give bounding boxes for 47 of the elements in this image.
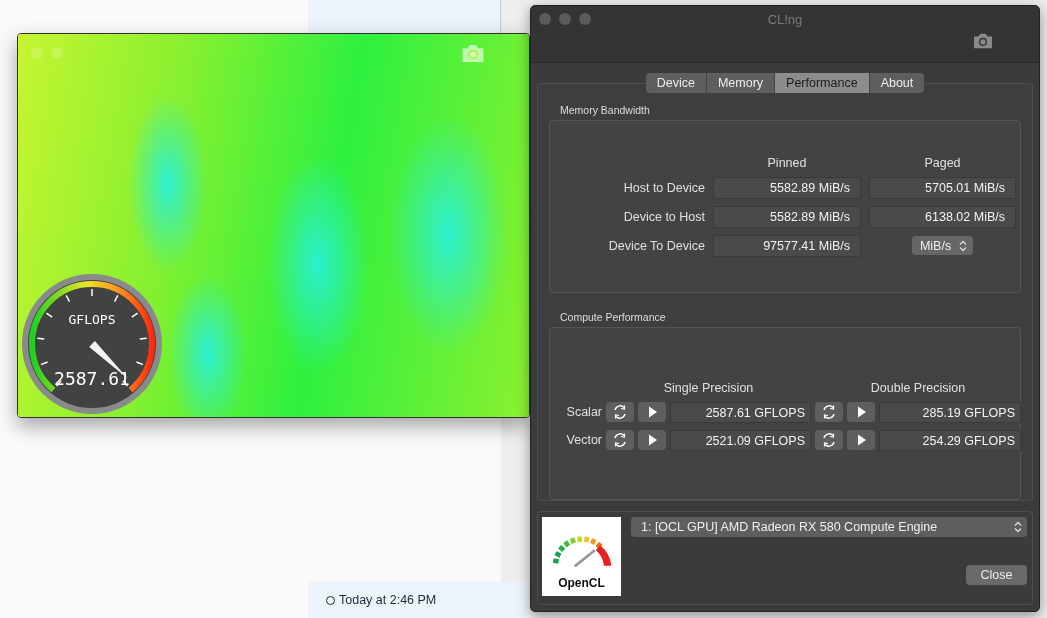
gauge-label: GFLOPS bbox=[68, 312, 116, 327]
column-header: Paged bbox=[923, 155, 962, 170]
group-title: Memory Bandwidth bbox=[559, 104, 651, 117]
value-field: 254.29 GFLOPS bbox=[879, 429, 1021, 451]
column-header: Double Precision bbox=[869, 380, 967, 395]
value-field: 5705.01 MiB/s bbox=[869, 176, 1016, 199]
row-label: Host to Device bbox=[622, 180, 705, 195]
value-field: 97577.41 MiB/s bbox=[713, 234, 861, 257]
row-label: Device To Device bbox=[607, 238, 705, 253]
refresh-icon bbox=[612, 432, 628, 449]
refresh-button[interactable] bbox=[815, 430, 843, 451]
column-header: Pinned bbox=[766, 155, 808, 170]
updown-icon bbox=[1014, 521, 1022, 533]
value-field: 285.19 GFLOPS bbox=[879, 401, 1021, 423]
tab[interactable]: Device bbox=[645, 73, 707, 93]
play-button[interactable] bbox=[847, 402, 875, 423]
refresh-button[interactable] bbox=[606, 430, 634, 451]
row-label: Device to Host bbox=[622, 209, 705, 224]
group-title: Compute Performance bbox=[559, 311, 667, 324]
camera-icon[interactable] bbox=[972, 32, 994, 50]
row-label: Scalar bbox=[565, 405, 602, 420]
timestamp: Today at 2:46 PM bbox=[339, 593, 437, 607]
row-label: Vector bbox=[565, 433, 602, 448]
value-field: 5582.89 MiB/s bbox=[713, 176, 861, 199]
logo-text: OpenCL bbox=[558, 576, 605, 590]
value-field: 6138.02 MiB/s bbox=[869, 205, 1016, 228]
refresh-icon bbox=[821, 404, 837, 421]
tab[interactable]: Memory bbox=[706, 73, 776, 93]
refresh-button[interactable] bbox=[606, 402, 634, 423]
refresh-icon bbox=[821, 432, 837, 449]
value-field: 2587.61 GFLOPS bbox=[670, 401, 811, 423]
unit-select[interactable]: MiB/s bbox=[911, 236, 974, 256]
column-header: Single Precision bbox=[662, 380, 755, 395]
device-select[interactable]: 1: [OCL GPU] AMD Radeon RX 580 Compute Engine bbox=[631, 517, 1027, 537]
updown-icon bbox=[959, 239, 968, 252]
tab[interactable]: About bbox=[869, 73, 925, 93]
window-title: CL!ng bbox=[766, 11, 804, 27]
close-button[interactable]: Close bbox=[966, 565, 1027, 585]
refresh-icon bbox=[612, 404, 628, 421]
play-button[interactable] bbox=[638, 402, 666, 423]
tab[interactable]: Performance bbox=[775, 73, 870, 93]
play-button[interactable] bbox=[638, 430, 666, 451]
value-field: 5582.89 MiB/s bbox=[713, 205, 861, 228]
value-field: 2521.09 GFLOPS bbox=[670, 429, 811, 451]
refresh-button[interactable] bbox=[815, 402, 843, 423]
play-button[interactable] bbox=[847, 430, 875, 451]
gauge-reading: 2587.61 bbox=[54, 368, 130, 389]
